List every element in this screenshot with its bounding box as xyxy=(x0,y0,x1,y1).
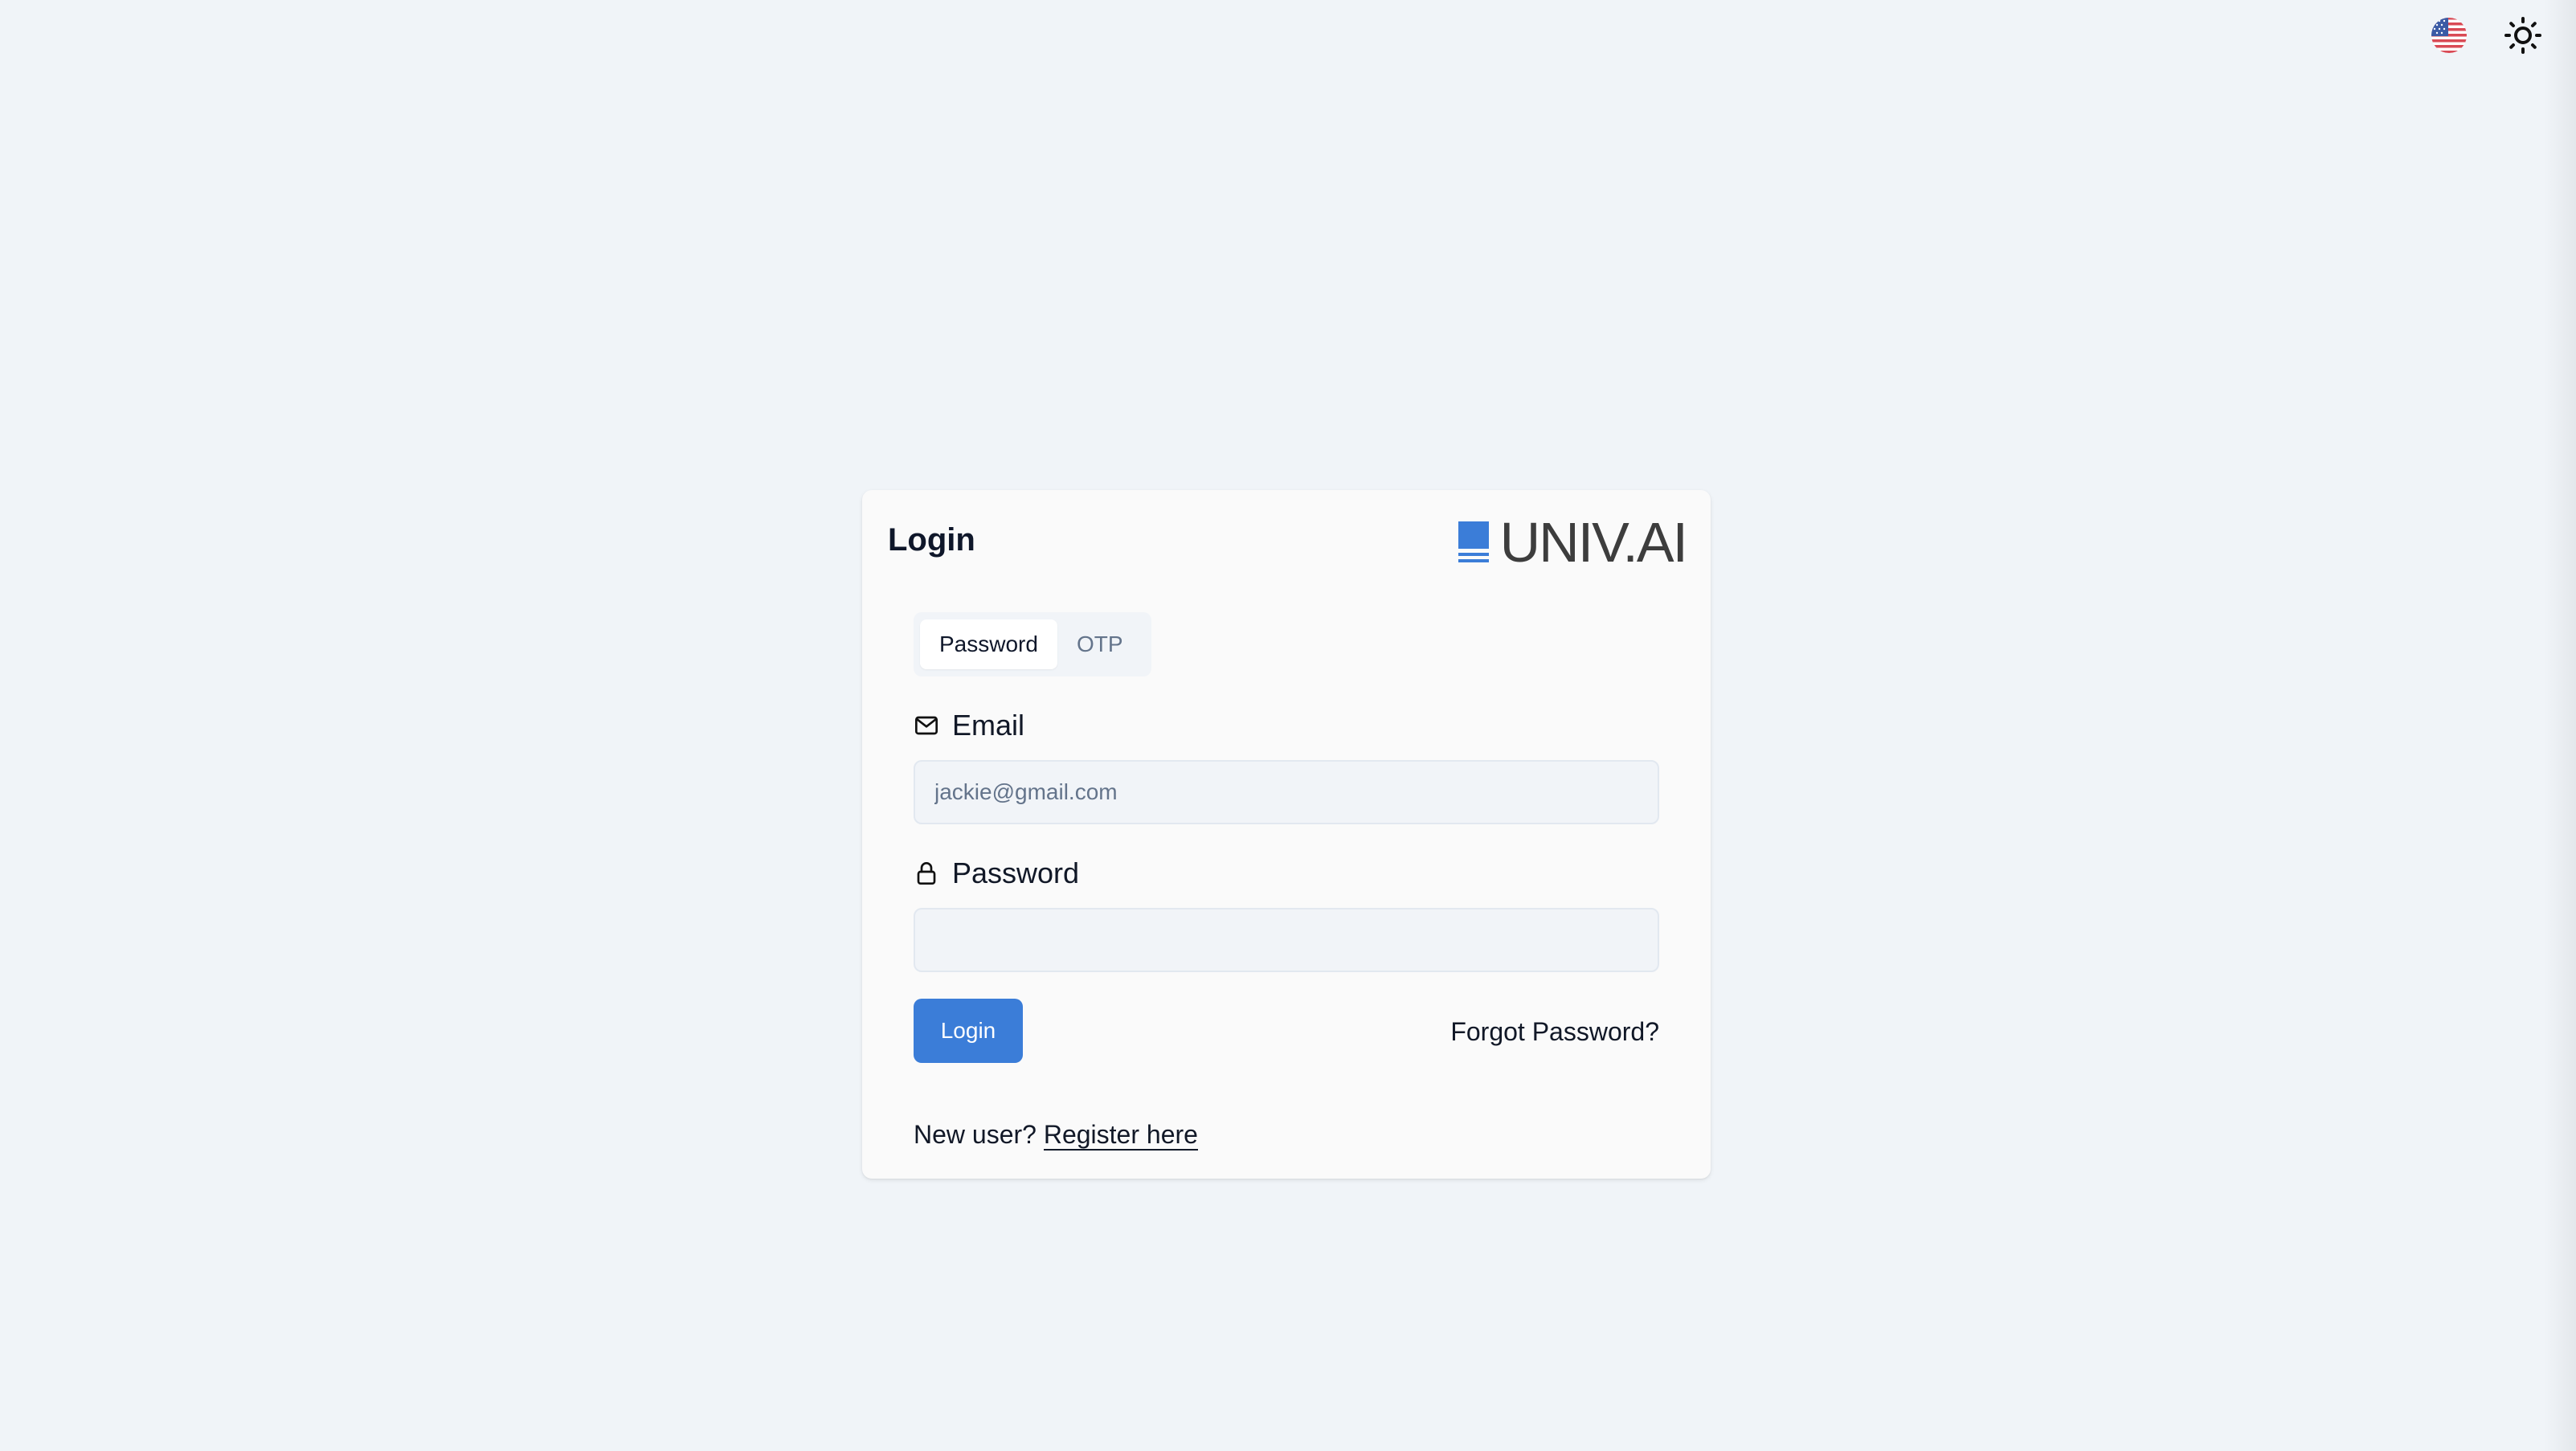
top-bar xyxy=(2428,14,2544,56)
email-label-text: Email xyxy=(952,709,1025,742)
password-field[interactable] xyxy=(914,908,1659,972)
page-edge-shadow xyxy=(2544,0,2576,1451)
register-prompt: New user? Register here xyxy=(914,1120,1198,1151)
language-selector[interactable] xyxy=(2428,14,2470,56)
sun-icon xyxy=(2504,17,2541,54)
page-title: Login xyxy=(888,522,975,558)
us-flag-icon xyxy=(2431,18,2467,53)
forgot-password-link[interactable]: Forgot Password? xyxy=(1450,1017,1659,1047)
password-label: Password xyxy=(914,856,1079,890)
tab-password[interactable]: Password xyxy=(920,619,1057,669)
register-link[interactable]: Register here xyxy=(1043,1120,1198,1151)
theme-toggle-button[interactable] xyxy=(2502,14,2544,56)
brand-logo: UNIV.AI xyxy=(1458,511,1688,574)
lock-icon xyxy=(917,862,936,885)
login-button[interactable]: Login xyxy=(914,999,1023,1063)
mail-icon xyxy=(915,716,938,735)
login-card: Login UNIV.AI Password OTP Email Passwor… xyxy=(862,490,1711,1179)
password-label-text: Password xyxy=(952,856,1080,889)
register-prompt-text: New user? xyxy=(914,1120,1037,1149)
brand-name: UNIV.AI xyxy=(1499,511,1688,574)
tab-otp[interactable]: OTP xyxy=(1057,619,1143,669)
email-field[interactable] xyxy=(914,760,1659,824)
email-label: Email xyxy=(914,709,1024,742)
login-method-tabs: Password OTP xyxy=(914,612,1151,676)
logo-icon xyxy=(1458,521,1489,562)
